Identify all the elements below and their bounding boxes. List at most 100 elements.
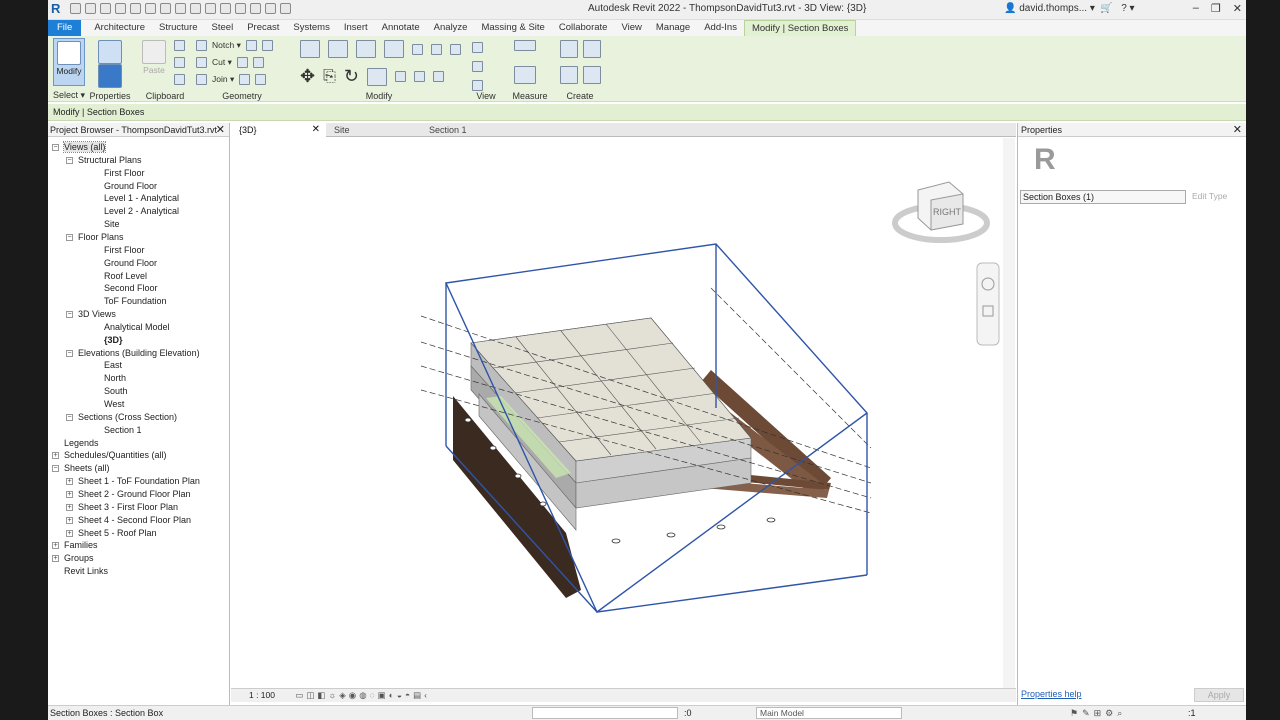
browser-item[interactable]: West bbox=[104, 398, 124, 410]
expand-icon[interactable]: + bbox=[52, 542, 59, 550]
scale-icon[interactable] bbox=[431, 43, 442, 55]
section-icon[interactable] bbox=[235, 3, 246, 14]
expand-icon[interactable]: + bbox=[66, 490, 73, 498]
tab-collaborate[interactable]: Collaborate bbox=[552, 20, 615, 36]
browser-item[interactable]: + Sheet 2 - Ground Floor Plan bbox=[66, 488, 191, 500]
delete-icon[interactable] bbox=[433, 71, 444, 82]
browser-item[interactable]: North bbox=[104, 372, 126, 384]
view-tab-close-icon[interactable]: ✕ bbox=[312, 123, 320, 137]
cut-geometry-icon[interactable] bbox=[196, 57, 207, 68]
properties-help-link[interactable]: Properties help bbox=[1021, 689, 1082, 699]
project-browser-close-icon[interactable]: ✕ bbox=[216, 123, 225, 137]
properties-close-icon[interactable]: ✕ bbox=[1233, 123, 1242, 137]
dimension-icon[interactable] bbox=[175, 3, 186, 14]
type-selector[interactable]: Section Boxes (1) bbox=[1020, 190, 1186, 204]
browser-item[interactable]: + Sheet 4 - Second Floor Plan bbox=[66, 514, 191, 526]
browser-item[interactable]: Ground Floor bbox=[104, 257, 157, 269]
tab-manage[interactable]: Manage bbox=[649, 20, 697, 36]
browser-item[interactable]: Ground Floor bbox=[104, 180, 157, 192]
browser-item[interactable]: Analytical Model bbox=[104, 321, 170, 333]
tab-annotate[interactable]: Annotate bbox=[375, 20, 427, 36]
geometry-tool-1-icon[interactable] bbox=[245, 40, 257, 51]
override-graphics-icon[interactable] bbox=[472, 61, 483, 72]
browser-item[interactable]: First Floor bbox=[104, 167, 145, 179]
tab-file[interactable]: File bbox=[48, 20, 82, 36]
create-group-icon[interactable] bbox=[560, 66, 578, 84]
mirror-draw-icon[interactable] bbox=[384, 40, 404, 58]
tab-add-ins[interactable]: Add-Ins bbox=[697, 20, 744, 36]
browser-item[interactable]: + Families bbox=[52, 539, 98, 551]
navigation-bar[interactable] bbox=[976, 262, 1000, 346]
browser-item[interactable]: + Sheet 3 - First Floor Plan bbox=[66, 501, 178, 513]
expand-icon[interactable]: + bbox=[52, 555, 59, 563]
pin-icon[interactable] bbox=[450, 43, 461, 55]
expand-icon[interactable]: + bbox=[52, 452, 59, 460]
copy-elements-icon[interactable]: ⎘ bbox=[323, 68, 336, 86]
collapse-icon[interactable]: − bbox=[52, 465, 59, 473]
measure-icon[interactable] bbox=[160, 3, 171, 14]
create-similar-icon[interactable] bbox=[583, 66, 601, 84]
modify-button[interactable]: Modify bbox=[53, 38, 85, 86]
browser-item[interactable]: Legends bbox=[64, 437, 99, 449]
browser-item[interactable]: − Floor Plans bbox=[66, 231, 124, 243]
browser-item[interactable]: − Sheets (all) bbox=[52, 462, 110, 474]
view-tab[interactable]: Section 1 bbox=[421, 123, 516, 137]
view-tab[interactable]: {3D} ✕ bbox=[231, 123, 326, 137]
select-dropdown[interactable]: Select ▾ bbox=[50, 90, 88, 101]
revit-logo-icon[interactable]: R bbox=[51, 2, 65, 16]
browser-item[interactable]: −3D Views bbox=[66, 308, 116, 320]
redo-icon[interactable] bbox=[130, 3, 141, 14]
copy-icon[interactable] bbox=[174, 57, 185, 68]
cut-clipboard-icon[interactable] bbox=[174, 40, 185, 51]
browser-item[interactable]: Revit Links bbox=[64, 565, 108, 577]
browser-item[interactable]: + Schedules/Quantities (all) bbox=[52, 449, 167, 461]
view-tab[interactable]: Site bbox=[326, 123, 421, 137]
tag-icon[interactable] bbox=[190, 3, 201, 14]
tab-view[interactable]: View bbox=[614, 20, 648, 36]
thin-lines-icon[interactable] bbox=[250, 3, 261, 14]
browser-item[interactable]: − Sections (Cross Section) bbox=[66, 411, 177, 423]
close-icon[interactable]: ✕ bbox=[1233, 2, 1242, 15]
browser-item[interactable]: + Sheet 1 - ToF Foundation Plan bbox=[66, 475, 200, 487]
browser-item[interactable]: Section 1 bbox=[104, 424, 142, 436]
collapse-icon[interactable]: − bbox=[66, 233, 73, 241]
browser-item[interactable]: − Structural Plans bbox=[66, 154, 142, 166]
help-icon[interactable]: ? bbox=[1121, 3, 1127, 14]
move-icon[interactable]: ✥ bbox=[300, 66, 315, 87]
cut-button[interactable]: Cut ▾ bbox=[212, 57, 232, 68]
tab-structure[interactable]: Structure bbox=[152, 20, 205, 36]
tab-analyze[interactable]: Analyze bbox=[427, 20, 475, 36]
array-icon[interactable] bbox=[412, 43, 423, 55]
expand-icon[interactable]: + bbox=[66, 478, 73, 486]
align-icon[interactable] bbox=[300, 40, 320, 58]
browser-item[interactable]: Level 2 - Analytical bbox=[104, 205, 179, 217]
undo-icon[interactable] bbox=[115, 3, 126, 14]
match-properties-icon[interactable] bbox=[174, 74, 185, 85]
viewcube[interactable]: RIGHT bbox=[892, 181, 990, 243]
geometry-tool-3-icon[interactable] bbox=[236, 57, 248, 68]
minimize-icon[interactable]: – bbox=[1193, 2, 1199, 15]
view-control-icons[interactable]: ▭◫◧☼◈◉◍◌▣◐◒◓▤‹ bbox=[295, 690, 430, 700]
viewport-vertical-scrollbar[interactable] bbox=[1003, 138, 1015, 688]
text-icon[interactable] bbox=[205, 3, 216, 14]
close-hidden-icon[interactable] bbox=[265, 3, 276, 14]
geometry-tool-2-icon[interactable] bbox=[261, 40, 273, 51]
collapse-icon[interactable]: − bbox=[66, 413, 73, 421]
paint-icon[interactable] bbox=[239, 74, 251, 85]
browser-item[interactable]: Site bbox=[104, 218, 120, 230]
browser-item[interactable]: South bbox=[104, 385, 128, 397]
properties-button[interactable] bbox=[96, 62, 124, 88]
linework-icon[interactable] bbox=[472, 80, 483, 91]
browser-item[interactable]: Level 1 - Analytical bbox=[104, 192, 179, 204]
create-parts-icon[interactable] bbox=[560, 40, 578, 58]
browser-item[interactable]: Second Floor bbox=[104, 282, 158, 294]
3d-viewport[interactable]: RIGHT bbox=[231, 138, 1016, 688]
browser-item[interactable]: − Elevations (Building Elevation) bbox=[66, 347, 200, 359]
open-icon[interactable] bbox=[70, 3, 81, 14]
workset-dropdown[interactable] bbox=[532, 707, 678, 719]
print-icon[interactable] bbox=[145, 3, 156, 14]
tab-insert[interactable]: Insert bbox=[337, 20, 375, 36]
browser-item[interactable]: − Views (all) bbox=[52, 141, 107, 153]
create-assembly-icon[interactable] bbox=[583, 40, 601, 58]
browser-item[interactable]: East bbox=[104, 359, 122, 371]
